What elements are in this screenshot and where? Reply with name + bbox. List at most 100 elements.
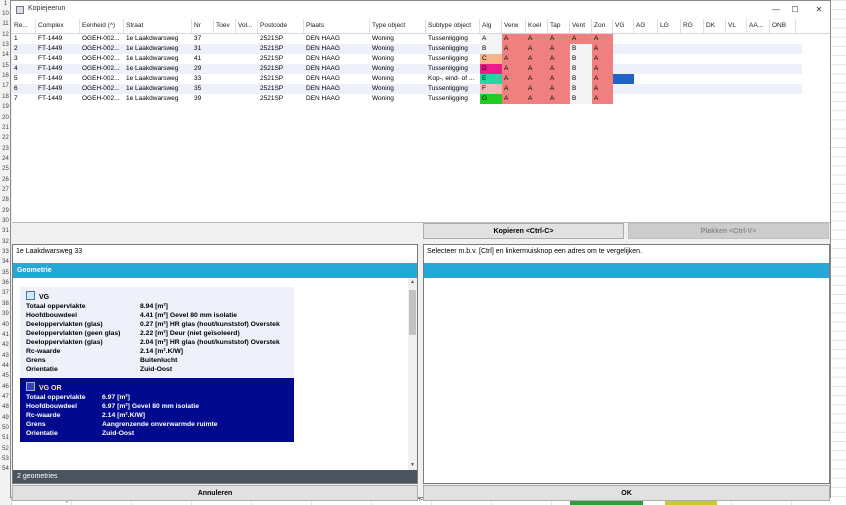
table-cell[interactable]: FT-1449	[36, 64, 80, 74]
copy-button[interactable]: Kopieren <Ctrl-C>	[423, 223, 624, 239]
table-cell[interactable]	[214, 54, 236, 64]
column-header[interactable]: Vent	[570, 19, 592, 33]
selected-vg-cell[interactable]	[613, 74, 634, 84]
table-cell[interactable]: DEN HAAG	[304, 84, 370, 94]
table-cell[interactable]: Woning	[370, 64, 426, 74]
column-header[interactable]: Re...	[12, 19, 36, 33]
table-cell[interactable]: A	[502, 44, 526, 54]
table-cell[interactable]: 2521SP	[258, 44, 304, 54]
table-cell[interactable]: Tussenligging	[426, 94, 480, 104]
table-cell[interactable]: 1e Laakdwarsweg	[124, 94, 192, 104]
column-header[interactable]: Vol...	[236, 19, 258, 33]
column-header[interactable]: Subtype object	[426, 19, 480, 33]
table-cell[interactable]: OGEH-002...	[80, 84, 124, 94]
table-row[interactable]: 1 FT-1449 OGEH-002... 1e Laakdwarsweg 37 2521…	[12, 34, 802, 44]
table-cell[interactable]: Kop-, eind- of ...	[426, 74, 480, 84]
table-cell[interactable]: 3	[12, 54, 36, 64]
table-cell[interactable]: A	[526, 34, 548, 44]
table-cell[interactable]: A	[548, 84, 570, 94]
table-cell[interactable]: A	[502, 54, 526, 64]
table-cell[interactable]: D	[480, 64, 502, 74]
table-cell[interactable]	[214, 74, 236, 84]
column-header[interactable]: Type object	[370, 19, 426, 33]
table-cell[interactable]: A	[526, 44, 548, 54]
column-header[interactable]: DK	[704, 19, 726, 33]
geometry-card[interactable]: VG OR Totaal oppervlakte 6.97 [m²] Hoofdbou…	[20, 378, 294, 442]
ok-button[interactable]: OK	[423, 485, 830, 501]
table-cell[interactable]: A	[592, 34, 613, 44]
scroll-thumb[interactable]	[409, 290, 416, 335]
table-cell[interactable]: DEN HAAG	[304, 54, 370, 64]
scroll-down-icon[interactable]: ▼	[408, 461, 417, 470]
table-cell[interactable]: A	[592, 44, 613, 54]
column-header[interactable]: Postcode	[258, 19, 304, 33]
table-row[interactable]: 7 FT-1449 OGEH-002... 1e Laakdwarsweg 39 2521…	[12, 94, 802, 104]
table-cell[interactable]: B	[570, 84, 592, 94]
table-cell[interactable]: OGEH-002...	[80, 44, 124, 54]
table-cell[interactable]: FT-1449	[36, 84, 80, 94]
column-header[interactable]: ONB	[770, 19, 796, 33]
table-cell[interactable]	[236, 74, 258, 84]
column-header[interactable]: VL	[726, 19, 747, 33]
table-cell[interactable]: OGEH-002...	[80, 94, 124, 104]
table-cell[interactable]: A	[526, 84, 548, 94]
scroll-up-icon[interactable]: ▲	[408, 278, 417, 287]
table-cell[interactable]: FT-1449	[36, 44, 80, 54]
table-cell[interactable]: FT-1449	[36, 94, 80, 104]
table-cell[interactable]: B	[570, 64, 592, 74]
table-cell[interactable]: 1e Laakdwarsweg	[124, 54, 192, 64]
column-header[interactable]: Plaats	[304, 19, 370, 33]
table-cell[interactable]: 6	[12, 84, 36, 94]
table-cell[interactable]	[214, 64, 236, 74]
column-header[interactable]: VG	[613, 19, 634, 33]
column-header[interactable]: Tap	[548, 19, 570, 33]
table-row[interactable]: 2 FT-1449 OGEH-002... 1e Laakdwarsweg 31 2521…	[12, 44, 802, 54]
table-cell[interactable]: Woning	[370, 54, 426, 64]
table-cell[interactable]: A	[526, 94, 548, 104]
table-cell[interactable]	[236, 64, 258, 74]
table-cell[interactable]: OGEH-002...	[80, 74, 124, 84]
table-cell[interactable]: Woning	[370, 94, 426, 104]
table-cell[interactable]: A	[480, 34, 502, 44]
table-cell[interactable]: 1	[12, 34, 36, 44]
maximize-button[interactable]: ☐	[788, 4, 802, 15]
table-cell[interactable]: DEN HAAG	[304, 94, 370, 104]
cancel-button[interactable]: Annuleren	[12, 485, 418, 501]
geometry-card[interactable]: VG Totaal oppervlakte 8.94 [m²] Hoofdbouwde…	[20, 287, 294, 378]
table-cell[interactable]: 39	[192, 94, 214, 104]
table-cell[interactable]: 35	[192, 84, 214, 94]
column-header[interactable]: Koel	[526, 19, 548, 33]
table-cell[interactable]: A	[548, 34, 570, 44]
table-cell[interactable]: DEN HAAG	[304, 64, 370, 74]
table-cell[interactable]: 1e Laakdwarsweg	[124, 44, 192, 54]
table-cell[interactable]: A	[592, 64, 613, 74]
table-cell[interactable]: 2521SP	[258, 34, 304, 44]
table-cell[interactable]	[214, 34, 236, 44]
table-cell[interactable]: A	[592, 84, 613, 94]
table-row[interactable]: 6 FT-1449 OGEH-002... 1e Laakdwarsweg 35 2521…	[12, 84, 802, 94]
paste-button[interactable]: Plakken <Ctrl-V>	[628, 223, 829, 239]
table-cell[interactable]: A	[592, 94, 613, 104]
table-cell[interactable]: B	[480, 44, 502, 54]
column-header[interactable]: AG	[634, 19, 658, 33]
table-cell[interactable]: 4	[12, 64, 36, 74]
table-cell[interactable]: 5	[12, 74, 36, 84]
table-cell[interactable]: Tussenligging	[426, 84, 480, 94]
table-cell[interactable]: OGEH-002...	[80, 34, 124, 44]
column-header[interactable]: LG	[658, 19, 681, 33]
table-cell[interactable]: Woning	[370, 74, 426, 84]
table-cell[interactable]: 41	[192, 54, 214, 64]
table-cell[interactable]: 33	[192, 74, 214, 84]
table-cell[interactable]: DEN HAAG	[304, 34, 370, 44]
column-header[interactable]: Alg	[480, 19, 502, 33]
column-header[interactable]: RG	[681, 19, 704, 33]
table-cell[interactable]: C	[480, 54, 502, 64]
table-cell[interactable]: A	[548, 44, 570, 54]
table-cell[interactable]: 2521SP	[258, 64, 304, 74]
table-cell[interactable]: 2	[12, 44, 36, 54]
table-cell[interactable]: 7	[12, 94, 36, 104]
column-header[interactable]: AA...	[747, 19, 770, 33]
table-cell[interactable]: 2521SP	[258, 94, 304, 104]
table-cell[interactable]: 2521SP	[258, 54, 304, 64]
table-cell[interactable]	[236, 94, 258, 104]
